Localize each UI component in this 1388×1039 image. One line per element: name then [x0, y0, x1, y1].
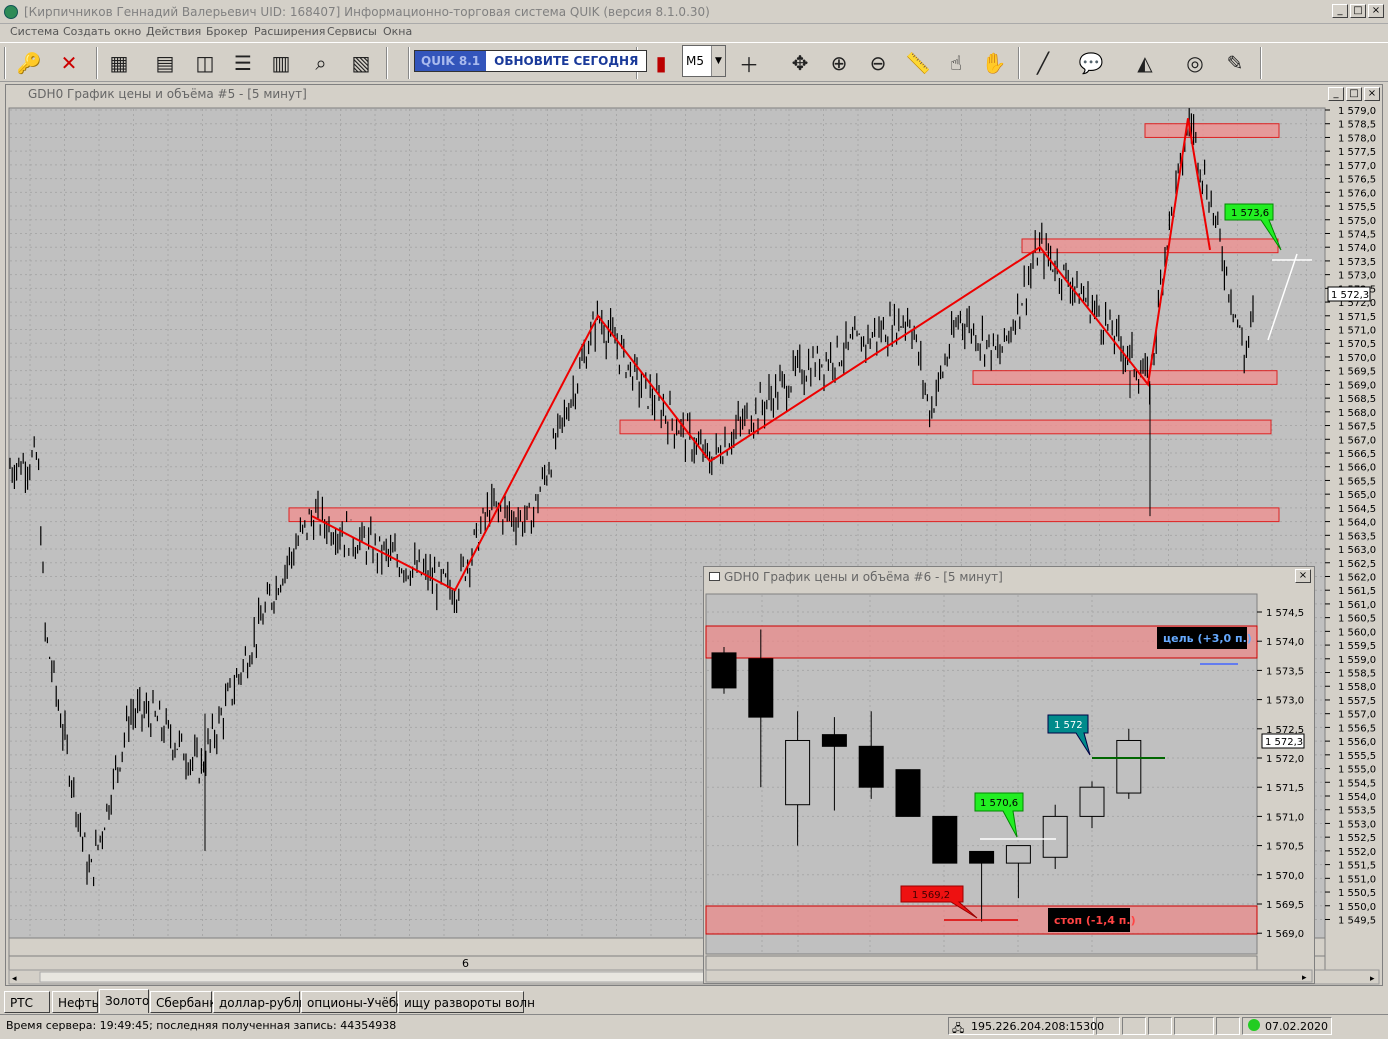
tab-wave-reversals[interactable]: ищу развороты волн [398, 991, 535, 1013]
price-tick-label: 1 576,5 [1338, 175, 1376, 186]
price-tick-label: 1 556,5 [1338, 723, 1376, 734]
status-panel-empty [1096, 1017, 1120, 1035]
price-tick-label: 1 558,0 [1338, 682, 1376, 693]
status-date: 07.02.2020 [1265, 1020, 1328, 1033]
price-tick-label: 1 567,5 [1338, 422, 1376, 433]
sub-chart-title: GDH0 График цены и объёма #6 - [5 минут] [704, 567, 1314, 587]
price-zone [1144, 123, 1280, 138]
price-tick-label: 1 557,5 [1338, 696, 1376, 707]
price-tick-label: 1 563,0 [1338, 545, 1376, 556]
price-tick-label: 1 562,5 [1338, 559, 1376, 570]
price-tick-label: 1 575,0 [1338, 216, 1376, 227]
price-tick-label: 1 567,0 [1338, 435, 1376, 446]
price-tick-label: 1 553,0 [1338, 819, 1376, 830]
price-tick-label: 1 565,5 [1338, 476, 1376, 487]
price-tick-label: 1 568,0 [1338, 408, 1376, 419]
price-tick-label: 1 566,5 [1338, 449, 1376, 460]
price-tick-label: 1 574,0 [1338, 243, 1376, 254]
price-tick-label: 1 577,5 [1338, 147, 1376, 158]
server-time-status: Время сервера: 19:49:45; последняя получ… [6, 1019, 397, 1032]
price-tick-label: 1 551,5 [1338, 861, 1376, 872]
main-current-price: 1 572,3 [1331, 290, 1369, 301]
price-tick-label: 1 573,5 [1338, 257, 1376, 268]
price-tick-label: 1 568,5 [1338, 394, 1376, 405]
status-panel-empty [1148, 1017, 1172, 1035]
tab-sberbank[interactable]: Сбербанк [150, 991, 217, 1013]
connection-address: 195.226.204.208:15300 [971, 1020, 1105, 1033]
status-bar: Время сервера: 19:49:45; последняя получ… [0, 1014, 1388, 1036]
online-status-icon [1248, 1019, 1260, 1031]
price-tick-label: 1 549,5 [1338, 915, 1376, 926]
price-tick-label: 1 564,5 [1338, 504, 1376, 515]
tab-gold[interactable]: Золото [99, 989, 149, 1013]
price-tick-label: 1 563,5 [1338, 531, 1376, 542]
price-tick-label: 1 577,0 [1338, 161, 1376, 172]
price-tick-label: 1 554,0 [1338, 792, 1376, 803]
price-tick-label: 1 578,0 [1338, 133, 1376, 144]
price-tick-label: 1 559,5 [1338, 641, 1376, 652]
price-tick-label: 1 555,5 [1338, 751, 1376, 762]
price-tick-label: 1 570,5 [1338, 339, 1376, 350]
price-tick-label: 1 558,5 [1338, 669, 1376, 680]
main-target-label-text: 1 573,6 [1231, 208, 1269, 219]
scroll-right-icon[interactable]: ▸ [1370, 974, 1375, 984]
price-tick-label: 1 552,5 [1338, 833, 1376, 844]
price-tick-label: 1 559,0 [1338, 655, 1376, 666]
price-tick-label: 1 565,0 [1338, 490, 1376, 501]
price-tick-label: 1 553,5 [1338, 806, 1376, 817]
sub-chart-icon [709, 572, 720, 581]
price-tick-label: 1 556,0 [1338, 737, 1376, 748]
price-tick-label: 1 550,5 [1338, 888, 1376, 899]
price-tick-label: 1 571,5 [1338, 312, 1376, 323]
workspace-tabs: РТС Нефть Золото Сбербанк доллар-рубль о… [0, 989, 1388, 1014]
price-tick-label: 1 557,0 [1338, 710, 1376, 721]
sub-chart-close-button[interactable]: × [1295, 569, 1311, 583]
status-panel-empty [1216, 1017, 1240, 1035]
price-tick-label: 1 561,0 [1338, 600, 1376, 611]
tab-usd-rub[interactable]: доллар-рубль [213, 991, 306, 1013]
price-tick-label: 1 555,0 [1338, 765, 1376, 776]
price-tick-label: 1 562,0 [1338, 572, 1376, 583]
price-zone [619, 419, 1272, 435]
price-tick-label: 1 569,0 [1338, 380, 1376, 391]
price-tick-label: 1 569,5 [1338, 367, 1376, 378]
price-tick-label: 1 561,5 [1338, 586, 1376, 597]
price-tick-label: 1 551,0 [1338, 874, 1376, 885]
price-tick-label: 1 571,0 [1338, 326, 1376, 337]
price-tick-label: 1 554,5 [1338, 778, 1376, 789]
price-tick-label: 1 552,0 [1338, 847, 1376, 858]
tab-options-study[interactable]: опционы-Учёба [301, 991, 404, 1013]
connection-panel: 195.226.204.208:15300 [948, 1017, 1104, 1035]
price-tick-label: 1 573,0 [1338, 271, 1376, 282]
price-tick-label: 1 560,5 [1338, 614, 1376, 625]
tab-rts[interactable]: РТС [4, 991, 50, 1013]
price-tick-label: 1 550,0 [1338, 902, 1376, 913]
tab-oil[interactable]: Нефть [52, 991, 99, 1013]
price-zone [288, 507, 1280, 523]
price-tick-label: 1 575,5 [1338, 202, 1376, 213]
price-tick-label: 1 570,0 [1338, 353, 1376, 364]
price-tick-label: 1 574,5 [1338, 229, 1376, 240]
scroll-left-icon[interactable]: ◂ [12, 974, 17, 984]
price-tick-label: 1 564,0 [1338, 518, 1376, 529]
price-zone [972, 370, 1278, 385]
price-tick-label: 1 576,0 [1338, 188, 1376, 199]
status-panel-empty [1174, 1017, 1214, 1035]
price-tick-label: 1 560,0 [1338, 627, 1376, 638]
price-zone [1021, 238, 1279, 254]
price-tick-label: 1 566,0 [1338, 463, 1376, 474]
network-icon: 🖧 [952, 1022, 965, 1035]
date-label: 6 [462, 957, 469, 970]
price-tick-label: 1 579,0 [1338, 106, 1376, 117]
status-panel-empty [1122, 1017, 1146, 1035]
sub-chart-window: GDH0 График цены и объёма #6 - [5 минут]… [703, 566, 1315, 984]
price-tick-label: 1 578,5 [1338, 120, 1376, 131]
main-price-axis: 1 579,0 1 578,5 1 578,0 1 577,5 1 577,0 1 576… [1325, 106, 1376, 926]
